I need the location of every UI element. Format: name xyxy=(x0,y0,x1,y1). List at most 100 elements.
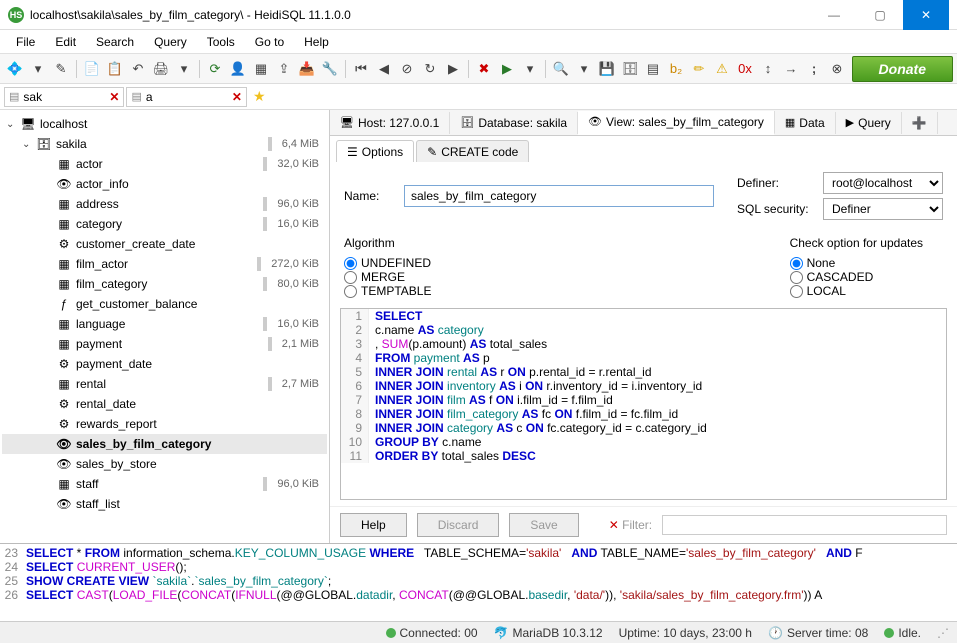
filter-input[interactable] xyxy=(662,515,947,535)
algorithm-option-temptable[interactable]: TEMPTABLE xyxy=(344,284,431,298)
prev-icon[interactable]: ◀ xyxy=(373,58,395,80)
help-button[interactable]: Help xyxy=(340,513,407,537)
filter-tab[interactable]: ▤ sak ✕ xyxy=(4,87,124,107)
grid-icon[interactable]: ▤ xyxy=(642,58,664,80)
new-session-icon[interactable]: 💠 xyxy=(4,58,26,80)
tree-item-category[interactable]: ▦category16,0 KiB xyxy=(2,214,327,234)
object-tree[interactable]: ⌄🖥localhost⌄🗄sakila6,4 MiB▦actor32,0 KiB… xyxy=(0,110,330,543)
tree-item-sales-by-film-category[interactable]: 👁sales_by_film_category xyxy=(2,434,327,454)
favorite-icon[interactable]: ★ xyxy=(253,88,266,105)
radio-input[interactable] xyxy=(790,271,803,284)
filter-close-icon[interactable]: ✕ xyxy=(109,90,119,104)
tools-icon[interactable]: 🔧 xyxy=(319,58,341,80)
search-icon[interactable]: 🔍 xyxy=(550,58,572,80)
print-icon[interactable]: 🖨 xyxy=(150,58,172,80)
subtab-create-code[interactable]: ✎CREATE code xyxy=(416,140,529,162)
menu-file[interactable]: File xyxy=(6,33,45,51)
sql-log[interactable]: 23SELECT * FROM information_schema.KEY_C… xyxy=(0,543,957,621)
name-input[interactable] xyxy=(404,185,714,207)
tree-item-rental-date[interactable]: ⚙rental_date xyxy=(2,394,327,414)
tree-item-actor[interactable]: ▦actor32,0 KiB xyxy=(2,154,327,174)
run-icon[interactable]: ▶ xyxy=(496,58,518,80)
dropdown-icon[interactable]: ▾ xyxy=(573,58,595,80)
sql-code-line[interactable]: c.name AS category xyxy=(369,323,484,337)
table-icon[interactable]: ▦ xyxy=(250,58,272,80)
filter-close-icon[interactable]: ✕ xyxy=(232,90,242,104)
expander-icon[interactable]: ⌄ xyxy=(22,139,36,150)
radio-input[interactable] xyxy=(790,257,803,270)
dropdown-icon[interactable]: ▾ xyxy=(27,58,49,80)
menu-query[interactable]: Query xyxy=(144,33,197,51)
security-select[interactable]: Definer xyxy=(823,198,943,220)
undo-icon[interactable]: ↶ xyxy=(127,58,149,80)
sql-editor[interactable]: 1SELECT2c.name AS category3, SUM(p.amoun… xyxy=(340,308,947,500)
radio-input[interactable] xyxy=(344,285,357,298)
sql-code-line[interactable]: GROUP BY c.name xyxy=(369,435,481,449)
hex-icon[interactable]: 0x xyxy=(734,58,756,80)
sql-code-line[interactable]: INNER JOIN rental AS r ON p.rental_id = … xyxy=(369,365,652,379)
refresh2-icon[interactable]: ↻ xyxy=(419,58,441,80)
cancel-icon[interactable]: ✖ xyxy=(473,58,495,80)
menu-tools[interactable]: Tools xyxy=(197,33,245,51)
dropdown-icon[interactable]: ▾ xyxy=(173,58,195,80)
user-icon[interactable]: 👤 xyxy=(227,58,249,80)
tree-item-rewards-report[interactable]: ⚙rewards_report xyxy=(2,414,327,434)
menu-go-to[interactable]: Go to xyxy=(245,33,294,51)
tab-data[interactable]: ▦Data xyxy=(775,112,836,134)
save-button[interactable]: Save xyxy=(509,513,578,537)
pencil-icon[interactable]: ✏ xyxy=(688,58,710,80)
edit-icon[interactable]: ✎ xyxy=(50,58,72,80)
resize-grip[interactable]: ⋰ xyxy=(937,626,949,640)
sql-code-line[interactable]: INNER JOIN film_category AS fc ON f.film… xyxy=(369,407,678,421)
check-option-cascaded[interactable]: CASCADED xyxy=(790,270,923,284)
dropdown-icon[interactable]: ▾ xyxy=(519,58,541,80)
tree-item-actor-info[interactable]: 👁actor_info xyxy=(2,174,327,194)
saveall-icon[interactable]: 🗄 xyxy=(619,58,641,80)
radio-input[interactable] xyxy=(344,271,357,284)
tree-item-payment-date[interactable]: ⚙payment_date xyxy=(2,354,327,374)
check-option-none[interactable]: None xyxy=(790,256,923,270)
radio-input[interactable] xyxy=(344,257,357,270)
next-icon[interactable]: ▶ xyxy=(442,58,464,80)
export-icon[interactable]: ⇪ xyxy=(273,58,295,80)
tree-item-address[interactable]: ▦address96,0 KiB xyxy=(2,194,327,214)
tab-query[interactable]: ▶Query xyxy=(836,112,902,134)
sql-code-line[interactable]: INNER JOIN category AS c ON fc.category_… xyxy=(369,421,707,435)
tree-item-customer-create-date[interactable]: ⚙customer_create_date xyxy=(2,234,327,254)
sql-code-line[interactable]: , SUM(p.amount) AS total_sales xyxy=(369,337,547,351)
tree-item-localhost[interactable]: ⌄🖥localhost xyxy=(2,114,327,134)
tree-item-get-customer-balance[interactable]: ƒget_customer_balance xyxy=(2,294,327,314)
filter-tab[interactable]: ▤ a ✕ xyxy=(126,87,246,107)
close-tab-icon[interactable]: ⊗ xyxy=(826,58,848,80)
discard-button[interactable]: Discard xyxy=(417,513,500,537)
tab-view-sales-by-film-category[interactable]: 👁View: sales_by_film_category xyxy=(578,111,775,135)
tree-item-film-actor[interactable]: ▦film_actor272,0 KiB xyxy=(2,254,327,274)
sql-code-line[interactable]: SELECT xyxy=(369,309,422,323)
tree-item-film-category[interactable]: ▦film_category80,0 KiB xyxy=(2,274,327,294)
tree-item-staff[interactable]: ▦staff96,0 KiB xyxy=(2,474,327,494)
algorithm-option-merge[interactable]: MERGE xyxy=(344,270,431,284)
subtab-options[interactable]: ☰Options xyxy=(336,140,414,162)
menu-edit[interactable]: Edit xyxy=(45,33,86,51)
sql-code-line[interactable]: INNER JOIN film AS f ON i.film_id = f.fi… xyxy=(369,393,613,407)
warn-icon[interactable]: ⚠ xyxy=(711,58,733,80)
close-button[interactable]: ✕ xyxy=(903,0,949,30)
definer-select[interactable]: root@localhost xyxy=(823,172,943,194)
tree-item-staff-list[interactable]: 👁staff_list xyxy=(2,494,327,514)
expander-icon[interactable]: ⌄ xyxy=(6,119,20,130)
sql-code-line[interactable]: ORDER BY total_sales DESC xyxy=(369,449,536,463)
check-option-local[interactable]: LOCAL xyxy=(790,284,923,298)
arrow-icon[interactable]: → xyxy=(780,58,802,80)
save-icon[interactable]: 💾 xyxy=(596,58,618,80)
sql-code-line[interactable]: FROM payment AS p xyxy=(369,351,490,365)
donate-button[interactable]: Donate xyxy=(852,56,953,82)
stop-icon[interactable]: ⊘ xyxy=(396,58,418,80)
sort-icon[interactable]: ↕ xyxy=(757,58,779,80)
tree-item-payment[interactable]: ▦payment2,1 MiB xyxy=(2,334,327,354)
menu-search[interactable]: Search xyxy=(86,33,144,51)
minimize-button[interactable]: — xyxy=(811,0,857,30)
refresh-icon[interactable]: ⟳ xyxy=(204,58,226,80)
new-tab-button[interactable]: ➕ xyxy=(902,112,938,134)
tab-host-127-0-0-1[interactable]: 🖥Host: 127.0.0.1 xyxy=(330,112,450,134)
paste-icon[interactable]: 📋 xyxy=(104,58,126,80)
